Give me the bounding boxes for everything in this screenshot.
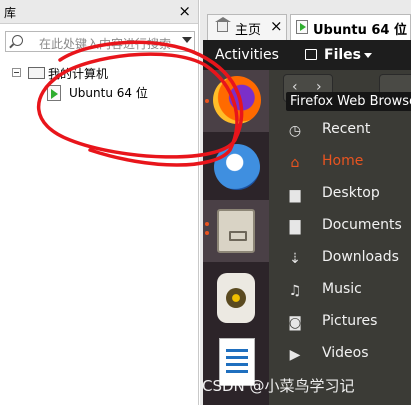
music-icon: ♫ bbox=[288, 283, 302, 299]
sidebar-item-label: Music bbox=[322, 281, 362, 297]
vm-icon bbox=[47, 85, 61, 101]
vmware-main: 主页 × Ubuntu 64 位 Activities Files ‹ › ◷ … bbox=[200, 0, 411, 405]
activities-button[interactable]: Activities bbox=[215, 47, 279, 63]
sidebar-item-music[interactable]: ♫ Music bbox=[269, 274, 411, 306]
download-icon: ⇣ bbox=[289, 251, 301, 267]
computer-icon bbox=[28, 67, 45, 79]
sidebar-item-label: Pictures bbox=[322, 313, 378, 329]
files-icon bbox=[217, 209, 255, 253]
search-dropdown-icon[interactable] bbox=[182, 37, 192, 43]
sidebar-item-label: Downloads bbox=[322, 249, 399, 265]
sidebar-item-label: Videos bbox=[322, 345, 369, 361]
sidebar-item-downloads[interactable]: ⇣ Downloads bbox=[269, 242, 411, 274]
home-tab-icon bbox=[215, 17, 231, 32]
sidebar-item-label: Home bbox=[322, 153, 364, 169]
tree-collapse-toggle[interactable] bbox=[12, 68, 21, 77]
search-icon bbox=[12, 35, 23, 46]
firefox-icon bbox=[213, 76, 261, 124]
tab-home-label: 主页 bbox=[235, 23, 262, 38]
library-close-button[interactable]: × bbox=[178, 2, 191, 20]
sidebar-item-desktop[interactable]: ▆ Desktop bbox=[269, 178, 411, 210]
running-indicator bbox=[205, 99, 209, 103]
sidebar-item-home[interactable]: ⌂ Home bbox=[269, 146, 411, 178]
dock-thunderbird[interactable] bbox=[203, 135, 269, 197]
dock-firefox[interactable] bbox=[203, 70, 269, 132]
rhythmbox-icon bbox=[217, 273, 255, 323]
document-icon: ▇ bbox=[289, 219, 301, 235]
app-menu-files[interactable]: Files bbox=[324, 47, 361, 63]
library-header: 库 × bbox=[0, 0, 198, 24]
home-icon: ⌂ bbox=[290, 155, 300, 171]
ubuntu-dock bbox=[203, 70, 269, 405]
tab-home[interactable]: 主页 × bbox=[207, 14, 287, 40]
ubuntu-top-bar: Activities Files bbox=[203, 40, 411, 70]
dock-rhythmbox[interactable] bbox=[203, 267, 269, 329]
tree-item-my-computer[interactable]: 我的计算机 bbox=[48, 65, 108, 82]
watermark: CSDN @小菜鸟学习记 bbox=[202, 377, 355, 395]
tab-bar: 主页 × Ubuntu 64 位 bbox=[200, 0, 411, 40]
sidebar-item-label: Documents bbox=[322, 217, 402, 233]
tree-item-ubuntu-vm[interactable]: Ubuntu 64 位 bbox=[69, 84, 148, 101]
video-icon: ▶ bbox=[289, 347, 301, 363]
ubuntu-screen[interactable]: Activities Files ‹ › ◷ Recent ⌂ Home ▆ D… bbox=[203, 40, 411, 405]
sidebar-item-pictures[interactable]: ◙ Pictures bbox=[269, 306, 411, 338]
sidebar-item-videos[interactable]: ▶ Videos bbox=[269, 338, 411, 370]
library-pane: 库 × 在此处键入内容进行搜索 我的计算机 Ubuntu 64 位 bbox=[0, 0, 199, 405]
running-indicator bbox=[205, 222, 209, 226]
files-app-icon bbox=[305, 49, 317, 60]
tab-home-close-button[interactable]: × bbox=[270, 17, 283, 35]
sidebar-item-documents[interactable]: ▇ Documents bbox=[269, 210, 411, 242]
tab-ubuntu[interactable]: Ubuntu 64 位 bbox=[290, 14, 411, 40]
dock-files[interactable] bbox=[203, 200, 269, 262]
firefox-tooltip: Firefox Web Browser bbox=[286, 92, 411, 111]
tab-ubuntu-label: Ubuntu 64 位 bbox=[313, 23, 407, 38]
library-search-input[interactable]: 在此处键入内容进行搜索 bbox=[5, 31, 195, 52]
search-placeholder: 在此处键入内容进行搜索 bbox=[39, 37, 172, 51]
vm-tab-icon bbox=[296, 20, 308, 34]
chevron-down-icon bbox=[364, 53, 372, 58]
sidebar-item-recent[interactable]: ◷ Recent bbox=[269, 114, 411, 146]
clock-icon: ◷ bbox=[288, 123, 302, 139]
thunderbird-icon bbox=[214, 144, 260, 190]
running-indicator bbox=[205, 231, 209, 235]
library-title: 库 bbox=[4, 6, 17, 20]
folder-icon: ▆ bbox=[289, 187, 301, 203]
camera-icon: ◙ bbox=[288, 315, 302, 331]
sidebar-item-label: Recent bbox=[322, 121, 371, 137]
sidebar-item-label: Desktop bbox=[322, 185, 380, 201]
